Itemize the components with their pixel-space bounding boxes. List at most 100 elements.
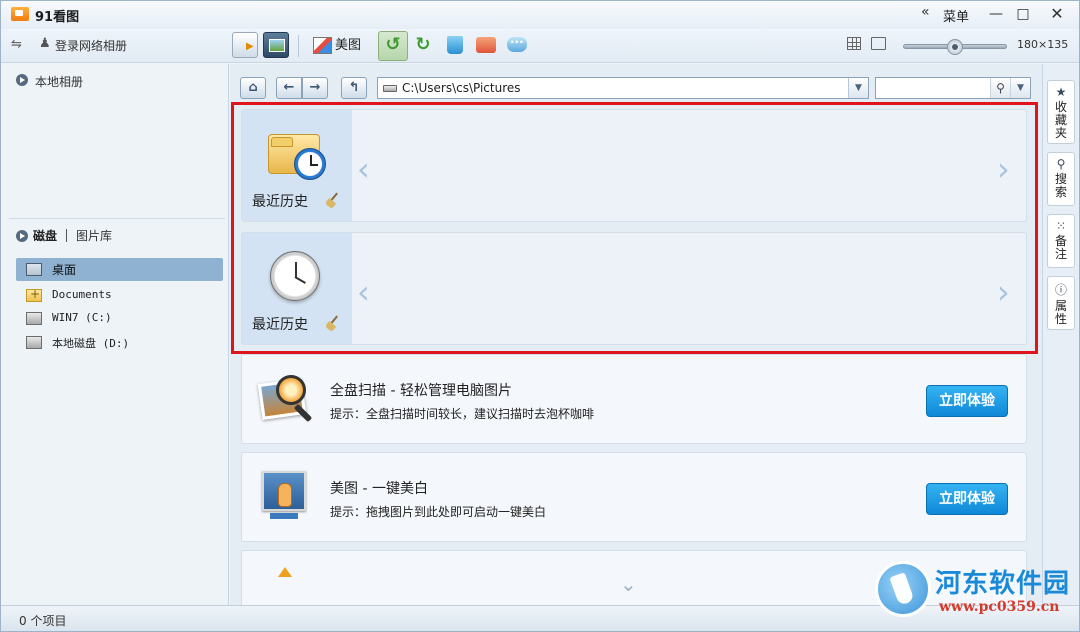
rotate-left-icon: ↺: [385, 34, 401, 55]
close-button[interactable]: ✕: [1045, 4, 1069, 24]
feature-icon: [278, 567, 292, 577]
tab-search[interactable]: ⚲ 搜索: [1047, 152, 1075, 206]
tab-image-library[interactable]: 图片库: [76, 227, 112, 244]
convert-icon: [476, 37, 496, 53]
path-text[interactable]: C:\Users\cs\Pictures: [402, 81, 521, 95]
recent-history-label: 最近历史: [252, 194, 308, 210]
chevron-right-icon[interactable]: ›: [997, 150, 1010, 188]
tree-item-label: 本地磁盘 (D:): [52, 337, 130, 350]
scroll-down-chevron-icon[interactable]: ⌄: [620, 572, 637, 596]
recent-history-tile[interactable]: 最近历史: [242, 233, 352, 344]
info-icon: ⓘ: [1054, 283, 1067, 297]
desktop-icon: [26, 263, 42, 276]
search-icon[interactable]: ⚲: [990, 78, 1010, 98]
tab-favorites[interactable]: ★ 收藏夹: [1047, 80, 1075, 144]
home-button[interactable]: ⌂: [240, 77, 266, 99]
zoom-slider-knob[interactable]: [947, 39, 963, 55]
chevron-left-icon[interactable]: ‹: [357, 273, 370, 311]
recent-history-tile[interactable]: 最近历史: [242, 110, 352, 221]
search-dropdown-button[interactable]: ▼: [1010, 78, 1030, 98]
feature-hint: 提示：全盘扫描时间较长，建议扫描时去泡杯咖啡: [330, 407, 595, 421]
toolbar: ⇋ ♟ 登录网络相册 美图 ↺ ↻ 180×135: [1, 29, 1079, 63]
broom-clear-icon[interactable]: [326, 193, 340, 207]
feature-card-full-scan: 全盘扫描 - 轻松管理电脑图片 提示：全盘扫描时间较长，建议扫描时去泡杯咖啡 立…: [241, 354, 1027, 444]
chevron-right-icon[interactable]: ›: [997, 273, 1010, 311]
magnifier-photos-icon: [256, 373, 316, 427]
feedback-button[interactable]: [504, 32, 530, 58]
star-icon: ★: [1055, 85, 1067, 99]
left-panel: 本地相册 磁盘 图片库 桌面 Documents WIN7 (C:) 本地磁盘 …: [1, 64, 229, 605]
chevron-left-icon[interactable]: ‹: [357, 150, 370, 188]
notes-grid-icon: ⁙: [1055, 219, 1067, 233]
tree-item-label: WIN7 (C:): [52, 311, 112, 324]
detail-view-icon[interactable]: [871, 37, 886, 50]
magnifier-lens: [276, 375, 306, 405]
try-now-button[interactable]: 立即体验: [926, 483, 1008, 515]
expand-arrow-icon[interactable]: [16, 230, 28, 242]
delete-button[interactable]: [442, 32, 468, 58]
rotate-left-button[interactable]: ↺: [378, 31, 408, 61]
convert-button[interactable]: [473, 32, 499, 58]
toolbar-separator: [298, 35, 299, 57]
login-online-album-link[interactable]: 登录网络相册: [55, 37, 127, 54]
meitu-icon: [313, 37, 332, 54]
tab-label: 属性: [1054, 299, 1067, 326]
usb-icon[interactable]: ⇋: [11, 37, 22, 52]
tree-item-label: 桌面: [52, 263, 77, 277]
tree-item-documents[interactable]: Documents: [16, 284, 223, 307]
tab-label: 备注: [1054, 234, 1067, 261]
menu-chevron-icon[interactable]: «: [921, 4, 930, 20]
slideshow-play-icon[interactable]: [232, 32, 258, 58]
local-album-header[interactable]: 本地相册: [35, 73, 83, 90]
tab-properties[interactable]: ⓘ 属性: [1047, 276, 1075, 330]
search-input[interactable]: ⚲ ▼: [875, 77, 1031, 99]
tab-notes[interactable]: ⁙ 备注: [1047, 214, 1075, 268]
minimize-button[interactable]: —: [984, 4, 1008, 24]
maximize-button[interactable]: □: [1011, 4, 1035, 24]
zoom-slider[interactable]: [903, 39, 1007, 55]
try-now-button[interactable]: 立即体验: [926, 385, 1008, 417]
right-tab-strip: ★ 收藏夹 ⚲ 搜索 ⁙ 备注 ⓘ 属性: [1042, 64, 1079, 605]
title-bar: 91看图 « 菜单 — □ ✕: [1, 1, 1079, 29]
tab-label: 搜索: [1054, 172, 1067, 199]
folder-icon: [26, 287, 42, 302]
app-logo-icon: [11, 7, 29, 21]
back-button[interactable]: ←: [276, 77, 302, 99]
item-count: 0 个项目: [19, 614, 67, 628]
watermark-url: www.pc0359.cn: [939, 599, 1060, 615]
feature-title: 美图 - 一键美白: [330, 481, 428, 497]
up-folder-button[interactable]: ↰: [341, 77, 367, 99]
rotate-right-icon: ↻: [415, 34, 431, 55]
watermark-name: 河东软件园: [935, 569, 1071, 599]
meitu-label: 美图: [335, 38, 362, 53]
path-dropdown-button[interactable]: ▼: [848, 78, 868, 98]
folder-clock-icon: [268, 126, 326, 180]
meitu-button[interactable]: 美图: [311, 33, 361, 59]
image-viewer-icon[interactable]: [263, 32, 289, 58]
recycle-bin-icon: [447, 36, 463, 54]
touch-screen-icon: [260, 469, 310, 523]
recent-history-panel: 最近历史 ‹ ›: [241, 109, 1027, 222]
expand-arrow-icon[interactable]: [16, 74, 28, 86]
forward-button[interactable]: →: [302, 77, 328, 99]
user-icon: ♟: [39, 36, 51, 51]
rotate-right-button[interactable]: ↻: [410, 32, 436, 58]
clock-icon: [270, 251, 320, 301]
tree-item-drive-d[interactable]: 本地磁盘 (D:): [16, 331, 223, 354]
drive-icon: [383, 85, 397, 92]
watermark-logo-icon: [875, 561, 931, 617]
tree-item-drive-c[interactable]: WIN7 (C:): [16, 307, 223, 330]
tab-disk[interactable]: 磁盘: [33, 227, 57, 244]
broom-clear-icon[interactable]: [326, 316, 340, 330]
feature-title: 全盘扫描 - 轻松管理电脑图片: [330, 383, 512, 399]
tree-item-desktop[interactable]: 桌面: [16, 258, 223, 281]
path-input[interactable]: C:\Users\cs\Pictures ▼: [377, 77, 869, 99]
main-content: ⌂ ← → ↰ C:\Users\cs\Pictures ▼ ⚲ ▼ 最近历史 …: [230, 64, 1042, 610]
tab-label: 收藏夹: [1054, 100, 1067, 140]
tab-separator: [66, 229, 67, 242]
folder-tab: [271, 137, 293, 147]
navigation-bar: ⌂ ← → ↰ C:\Users\cs\Pictures ▼ ⚲ ▼: [230, 64, 1042, 102]
menu-button[interactable]: 菜单: [943, 6, 969, 25]
thumbnail-size-label: 180×135: [1017, 38, 1069, 51]
thumbnail-view-icon[interactable]: [847, 37, 861, 50]
